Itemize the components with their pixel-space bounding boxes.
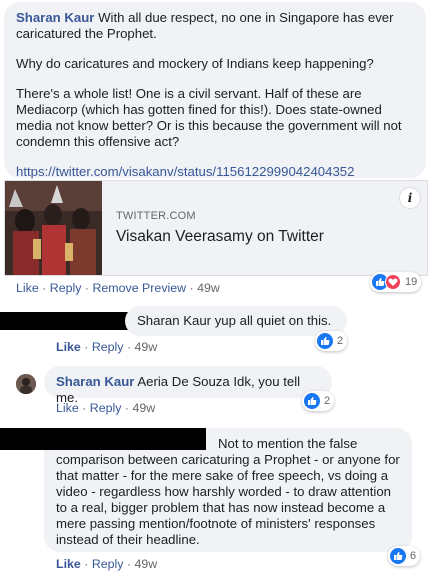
reply-actions: Like · Reply · 49w [56,401,156,415]
comment-author[interactable]: Sharan Kaur [16,10,94,25]
preview-thumbnail-image [5,181,102,275]
comment-line-2: caricatured the Prophet. [16,26,157,41]
preview-domain: TWITTER.COM [116,210,196,222]
reply-actions: Like · Reply · 49w [56,557,158,571]
reply-body: comparison between caricaturing a Prophe… [56,452,400,547]
reactions-summary[interactable]: 6 [388,546,421,566]
reply-bubble: Sharan Kaur Aeria De Souza Idk, you tell… [44,366,332,405]
reactions-summary[interactable]: 19 [370,272,422,292]
reply-actions: Like · Reply · 49w [56,340,158,354]
redaction-bar [0,428,206,450]
reply-button[interactable]: Reply [92,340,124,354]
comment-paragraph-3: There's a whole list! One is a civil ser… [16,86,402,149]
reply-button[interactable]: Reply [92,557,124,571]
preview-thumbnail [5,181,102,275]
remove-preview-button[interactable]: Remove Preview [92,281,186,295]
reactions-summary[interactable]: 2 [302,391,335,411]
reply-button[interactable]: Reply [90,401,122,415]
reply-button[interactable]: Reply [50,281,82,295]
reply-bubble: Sharan Kaur yup all quiet on this. [125,306,347,336]
like-button[interactable]: Like [56,557,81,571]
reply-author[interactable]: Sharan Kaur [56,374,134,389]
reply-timestamp[interactable]: 49w [132,401,155,415]
preview-title[interactable]: Visakan Veerasamy on Twitter [116,228,427,246]
reply-text: Not to mention the false comparison betw… [56,436,400,548]
like-button[interactable]: Like [56,340,81,354]
comment-timestamp[interactable]: 49w [197,281,220,295]
preview-text: TWITTER.COM Visakan Veerasamy on Twitter [102,181,427,275]
like-button[interactable]: Like [56,401,79,415]
heart-icon [385,274,401,290]
reply-timestamp[interactable]: 49w [135,557,158,571]
reaction-count: 19 [405,276,418,288]
thumbs-up-icon [390,548,406,564]
reaction-count: 2 [337,335,344,347]
comment-line-1: With all due respect, no one in Singapor… [94,10,394,25]
comment-text: Sharan Kaur With all due respect, no one… [16,10,414,180]
reactions-summary[interactable]: 2 [315,331,348,351]
reaction-count: 2 [324,395,331,407]
comment-bubble: Sharan Kaur With all due respect, no one… [4,2,426,180]
comment-paragraph-2: Why do caricatures and mockery of Indian… [16,56,374,71]
comment-actions: Like · Reply · Remove Preview · 49w [16,281,220,295]
reaction-count: 6 [410,550,417,562]
info-icon[interactable]: i [399,187,421,209]
like-button[interactable]: Like [16,281,39,295]
reply-text: Sharan Kaur yup all quiet on this. [137,313,332,328]
avatar[interactable] [16,374,36,394]
redaction-bar [0,312,136,330]
reply-timestamp[interactable]: 49w [135,340,158,354]
thumbs-up-icon [317,333,333,349]
link-preview-card[interactable]: TWITTER.COM Visakan Veerasamy on Twitter… [4,180,428,276]
thumbs-up-icon [304,393,320,409]
comment-link[interactable]: https://twitter.com/visakanv/status/1156… [16,164,414,180]
